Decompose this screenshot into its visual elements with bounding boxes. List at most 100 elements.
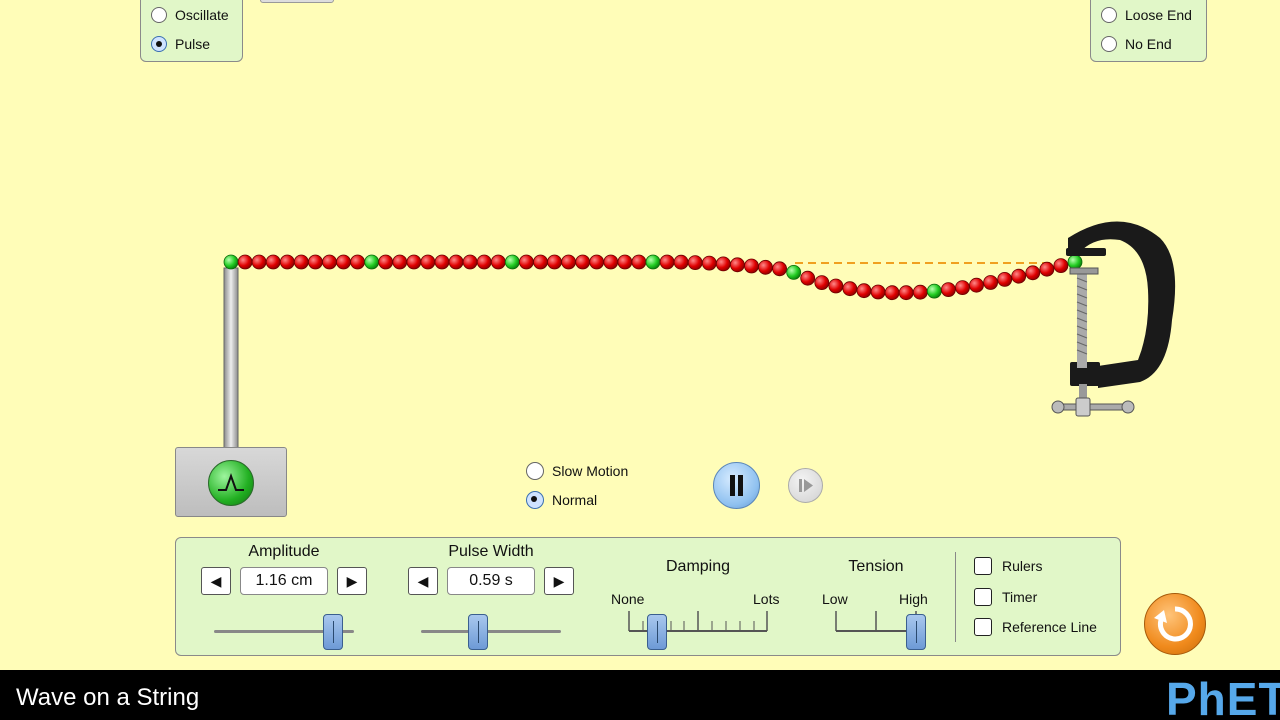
bead-green[interactable] — [1067, 254, 1083, 270]
bead-green[interactable] — [645, 254, 661, 270]
reference-line-checkbox-box[interactable] — [974, 618, 992, 636]
bead-red[interactable] — [772, 261, 787, 277]
string-scene — [223, 221, 1176, 451]
bead-red[interactable] — [533, 254, 548, 270]
slow-motion-radio-circle[interactable] — [526, 462, 544, 480]
normal-radio-circle[interactable] — [526, 491, 544, 509]
pulse-width-value: 0.59 s — [447, 567, 535, 595]
bead-red[interactable] — [1025, 265, 1041, 281]
panel-divider — [955, 552, 956, 642]
bead-red[interactable] — [631, 254, 647, 270]
bead-red[interactable] — [898, 285, 914, 301]
bead-red[interactable] — [912, 284, 928, 300]
play-pause-button[interactable] — [713, 462, 760, 509]
bead-red[interactable] — [350, 254, 366, 270]
bead-red[interactable] — [617, 254, 633, 270]
bead-red[interactable] — [392, 254, 408, 270]
bead-red[interactable] — [842, 281, 858, 297]
control-panel: Amplitude ◀ 1.16 cm ▶ Pulse Width ◀ 0.59… — [175, 537, 1121, 656]
pulse-button[interactable] — [208, 460, 254, 506]
bead-red[interactable] — [420, 254, 436, 270]
reference-line-checkbox[interactable]: Reference Line — [974, 618, 1097, 636]
bead-red[interactable] — [603, 254, 619, 270]
string-beads[interactable] — [223, 254, 1083, 301]
bead-red[interactable] — [561, 254, 576, 270]
bead-red[interactable] — [730, 257, 745, 273]
bead-red[interactable] — [983, 275, 998, 290]
bead-red[interactable] — [856, 283, 872, 299]
bead-red[interactable] — [715, 256, 731, 272]
bead-red[interactable] — [279, 254, 295, 270]
rulers-checkbox[interactable]: Rulers — [974, 557, 1042, 575]
bead-red[interactable] — [307, 254, 323, 270]
bead-red[interactable] — [1053, 258, 1069, 274]
bead-red[interactable] — [1039, 261, 1055, 277]
bead-red[interactable] — [673, 254, 689, 270]
bead-red[interactable] — [687, 255, 703, 271]
bead-red[interactable] — [800, 270, 816, 286]
bead-red[interactable] — [519, 254, 534, 270]
amplitude-slider-thumb[interactable] — [322, 614, 343, 650]
bead-red[interactable] — [589, 254, 605, 270]
timer-checkbox[interactable]: Timer — [974, 588, 1037, 606]
reset-all-button[interactable] — [1144, 593, 1206, 655]
rulers-checkbox-box[interactable] — [974, 557, 992, 575]
bead-red[interactable] — [476, 254, 492, 270]
bead-red[interactable] — [701, 255, 717, 271]
bead-red[interactable] — [575, 254, 591, 270]
bead-red[interactable] — [265, 254, 281, 270]
bead-red[interactable] — [941, 282, 956, 298]
bead-green[interactable] — [223, 254, 239, 270]
damping-slider-thumb[interactable] — [646, 614, 667, 650]
bead-red[interactable] — [955, 280, 970, 296]
normal-radio[interactable]: Normal — [526, 491, 597, 509]
bead-red[interactable] — [814, 275, 830, 291]
bead-red[interactable] — [462, 254, 478, 270]
bead-red[interactable] — [969, 277, 984, 293]
pulse-width-slider-thumb[interactable] — [468, 614, 489, 650]
bead-red[interactable] — [744, 258, 759, 274]
rulers-label: Rulers — [1002, 558, 1043, 574]
bead-red[interactable] — [237, 254, 253, 270]
damping-title: Damping — [665, 558, 731, 575]
phet-logo[interactable]: PhET — [1166, 676, 1280, 720]
left-arrow-icon: ◀ — [210, 572, 222, 589]
step-button[interactable] — [788, 468, 823, 503]
bead-green[interactable] — [926, 283, 942, 299]
bead-red[interactable] — [997, 271, 1013, 287]
bead-green[interactable] — [364, 254, 380, 270]
amplitude-increase-button[interactable]: ▶ — [337, 567, 367, 595]
clamp-icon[interactable] — [1051, 221, 1176, 417]
pulse-width-slider-track[interactable] — [421, 630, 561, 633]
tension-slider-thumb[interactable] — [906, 614, 926, 650]
sim-title: Wave on a String — [16, 684, 200, 711]
timer-checkbox-box[interactable] — [974, 588, 992, 606]
step-forward-icon — [799, 479, 813, 492]
pulse-width-increase-button[interactable]: ▶ — [544, 567, 574, 595]
bead-red[interactable] — [322, 254, 337, 270]
phet-logo-text: PhET — [1166, 676, 1280, 720]
bead-red[interactable] — [884, 285, 900, 301]
bead-red[interactable] — [1011, 268, 1027, 284]
right-arrow-icon: ▶ — [553, 572, 565, 589]
bead-green[interactable] — [504, 254, 520, 270]
slow-motion-radio[interactable]: Slow Motion — [526, 462, 628, 480]
bead-red[interactable] — [758, 259, 773, 275]
bead-green[interactable] — [786, 264, 802, 280]
bead-red[interactable] — [448, 254, 464, 270]
bead-red[interactable] — [378, 254, 394, 270]
bead-red[interactable] — [547, 254, 562, 270]
bead-red[interactable] — [406, 254, 422, 270]
bead-red[interactable] — [828, 278, 844, 294]
bead-red[interactable] — [434, 254, 450, 270]
bead-red[interactable] — [293, 254, 309, 270]
bead-red[interactable] — [870, 284, 886, 300]
pulse-generator-box — [175, 447, 287, 517]
bead-red[interactable] — [251, 254, 267, 270]
reference-line-label: Reference Line — [1002, 619, 1097, 635]
bead-red[interactable] — [659, 254, 675, 270]
amplitude-decrease-button[interactable]: ◀ — [201, 567, 231, 595]
bead-red[interactable] — [336, 254, 351, 270]
pulse-width-decrease-button[interactable]: ◀ — [408, 567, 438, 595]
bead-red[interactable] — [490, 254, 506, 270]
